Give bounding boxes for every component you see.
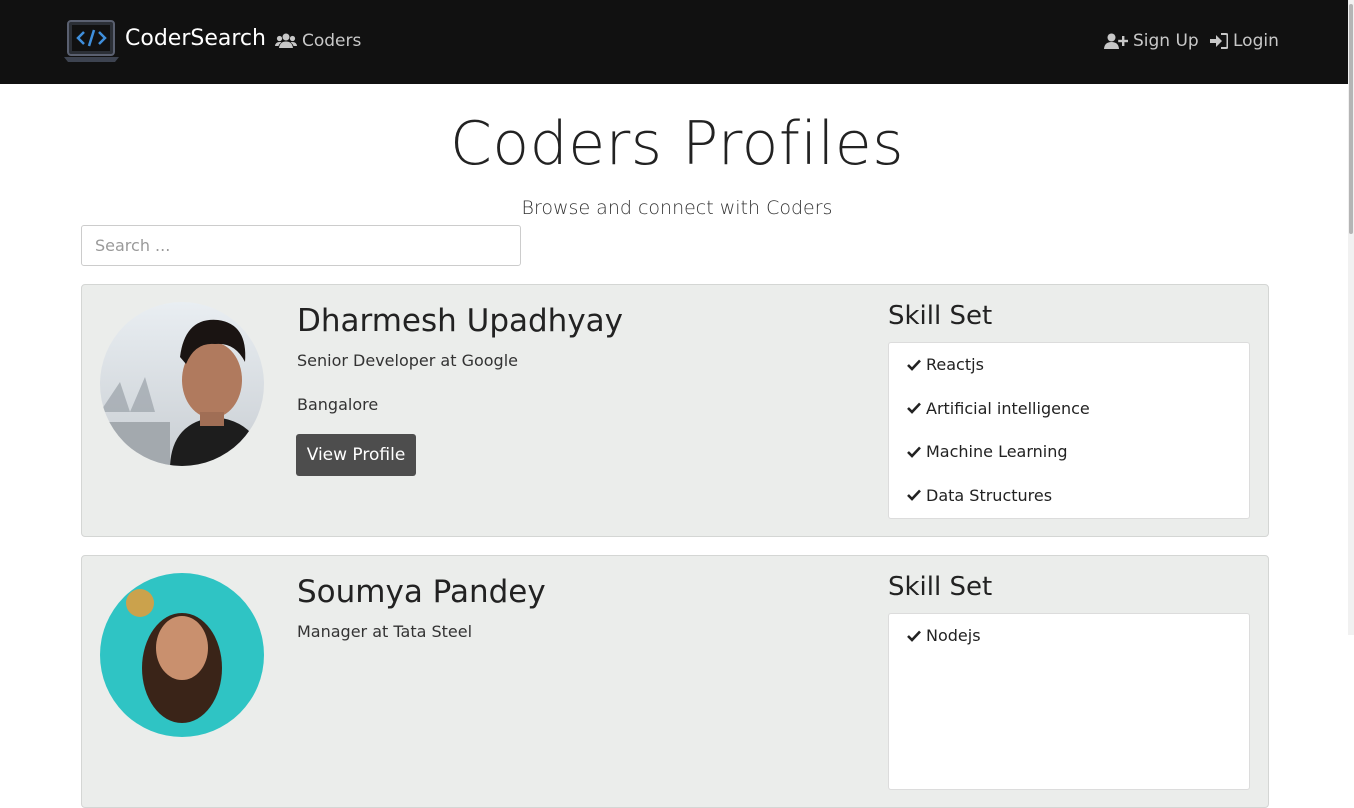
nav-coders-link[interactable]: Coders <box>275 31 361 51</box>
page-title: Coders Profiles <box>450 109 904 179</box>
nav-login-label: Login <box>1233 31 1279 51</box>
scrollbar[interactable] <box>1348 0 1354 635</box>
page-subtitle: Browse and connect with Coders <box>521 197 833 219</box>
profile-card: Soumya Pandey Manager at Tata Steel Skil… <box>81 555 1269 808</box>
check-icon <box>907 446 921 458</box>
nav-login-link[interactable]: Login <box>1210 31 1279 51</box>
skill-item: Nodejs <box>889 614 1249 658</box>
view-profile-button[interactable]: View Profile <box>296 434 416 476</box>
skill-item: Machine Learning <box>889 430 1249 474</box>
sign-in-icon <box>1210 33 1228 49</box>
skill-item: Reactjs <box>889 343 1249 387</box>
nav-coders-label: Coders <box>302 31 362 51</box>
profile-card: Dharmesh Upadhyay Senior Developer at Go… <box>81 284 1269 537</box>
profile-name: Soumya Pandey <box>297 574 546 610</box>
brand[interactable]: CoderSearch <box>64 19 266 63</box>
skill-item: Artificial intelligence <box>889 387 1249 431</box>
skill-item: Data Structures <box>889 474 1249 518</box>
user-plus-icon <box>1104 33 1128 49</box>
brand-name: CoderSearch <box>125 25 266 51</box>
profile-name: Dharmesh Upadhyay <box>297 303 624 339</box>
skill-set-heading: Skill Set <box>888 572 993 602</box>
profile-location: Bangalore <box>297 395 379 414</box>
avatar <box>100 573 264 737</box>
profile-role: Senior Developer at Google <box>297 351 518 370</box>
check-icon <box>907 359 921 371</box>
nav-signup-link[interactable]: Sign Up <box>1104 31 1199 51</box>
check-icon <box>907 402 921 415</box>
top-navbar: CoderSearch Coders Sign Up Login <box>0 0 1354 84</box>
avatar <box>100 302 264 466</box>
skill-set-heading: Skill Set <box>888 301 993 331</box>
skill-list: Nodejs <box>888 613 1250 790</box>
laptop-code-icon <box>64 20 119 62</box>
skill-list: Reactjs Artificial intelligence Machine … <box>888 342 1250 519</box>
nav-signup-label: Sign Up <box>1133 31 1199 51</box>
check-icon <box>907 630 921 642</box>
check-icon <box>907 489 921 502</box>
users-icon <box>275 33 297 48</box>
search-input[interactable] <box>81 225 521 266</box>
profile-role: Manager at Tata Steel <box>297 622 473 641</box>
